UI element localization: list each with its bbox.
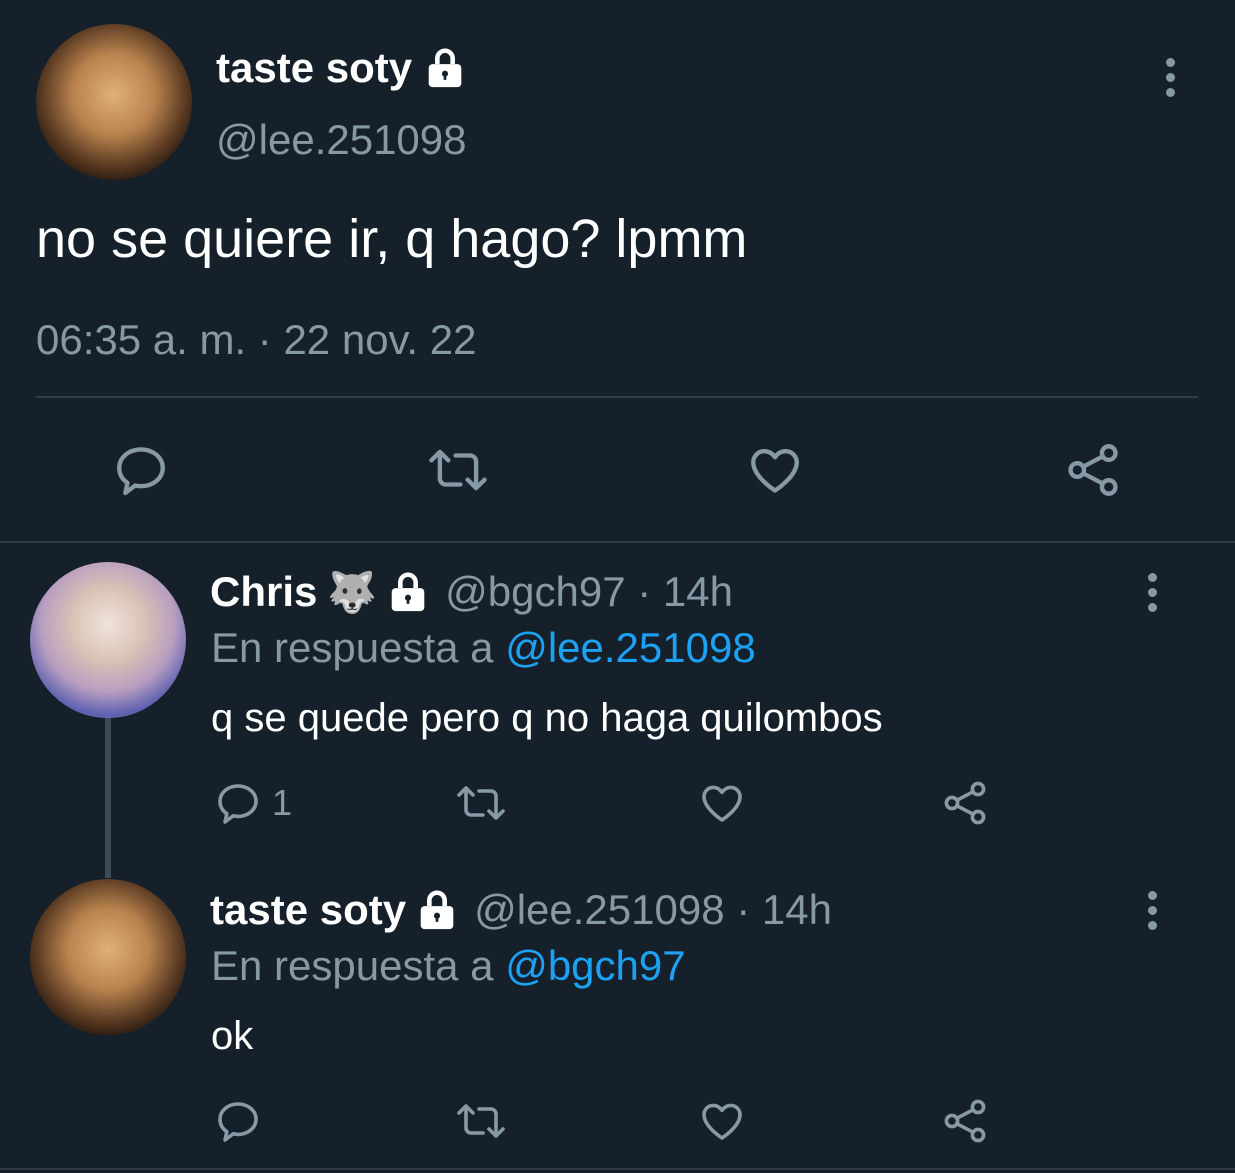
share-icon[interactable] (941, 1097, 989, 1145)
handle[interactable]: @lee.251098 (216, 116, 467, 164)
reply-prefix: En respuesta a (211, 624, 494, 671)
more-options-icon[interactable] (1148, 891, 1157, 936)
lock-icon (422, 45, 468, 91)
avatar[interactable] (30, 562, 186, 718)
lock-icon (414, 887, 460, 933)
divider (36, 396, 1198, 398)
reply-context: En respuesta a @lee.251098 (211, 624, 756, 672)
reply-context: En respuesta a @bgch97 (211, 942, 686, 990)
more-options-icon[interactable] (1166, 58, 1175, 103)
tweet-text: no se quiere ir, q hago? lpmm (36, 209, 748, 269)
retweet-icon[interactable] (453, 1097, 509, 1145)
more-options-icon[interactable] (1148, 573, 1157, 618)
reply-action[interactable]: 1 (214, 779, 292, 827)
retweet-icon[interactable] (425, 441, 491, 499)
reply-count: 1 (272, 782, 293, 823)
display-name[interactable]: Chris (210, 568, 317, 616)
section-divider (0, 541, 1235, 543)
share-icon[interactable] (941, 779, 989, 827)
like-icon[interactable] (746, 441, 804, 499)
display-name[interactable]: taste soty (210, 886, 406, 934)
reply-icon[interactable] (214, 779, 262, 827)
wolf-emoji: 🐺 (327, 570, 378, 615)
reply-icon[interactable] (112, 441, 170, 499)
like-icon[interactable] (698, 779, 746, 827)
avatar[interactable] (36, 24, 192, 180)
reply-header: taste soty @lee.251098 · 14h (210, 886, 832, 934)
display-name-row: taste soty (216, 44, 468, 92)
tweet-text: q se quede pero q no haga quilombos (211, 696, 883, 740)
reply-to-link[interactable]: @lee.251098 (505, 624, 756, 671)
share-icon[interactable] (1064, 441, 1122, 499)
reply-to-link[interactable]: @bgch97 (505, 942, 685, 989)
reply-icon[interactable] (214, 1097, 262, 1145)
handle-time[interactable]: @lee.251098 · 14h (474, 886, 832, 934)
thread-line (105, 716, 111, 878)
reply-prefix: En respuesta a (211, 942, 494, 989)
tweet-text: ok (211, 1014, 254, 1058)
display-name[interactable]: taste soty (216, 44, 412, 92)
timestamp[interactable]: 06:35 a. m. · 22 nov. 22 (36, 316, 477, 364)
reply-header: Chris 🐺 @bgch97 · 14h (210, 568, 733, 616)
bottom-divider (0, 1168, 1235, 1170)
lock-icon (385, 569, 431, 615)
retweet-icon[interactable] (453, 779, 509, 827)
like-icon[interactable] (698, 1097, 746, 1145)
avatar[interactable] (30, 879, 186, 1035)
handle-time[interactable]: @bgch97 · 14h (445, 568, 733, 616)
